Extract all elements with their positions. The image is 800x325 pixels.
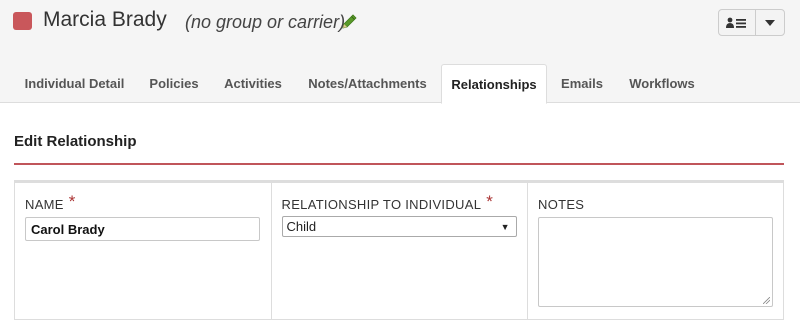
tab-notes-attachments[interactable]: Notes/Attachments [294, 64, 441, 103]
notes-column: NOTES [528, 183, 783, 319]
notes-textarea[interactable] [538, 217, 773, 307]
section-title: Edit Relationship [14, 133, 137, 150]
caret-down-icon [765, 19, 775, 26]
relationship-column: RELATIONSHIP TO INDIVIDUAL * Child ▼ [272, 183, 528, 319]
name-input[interactable] [25, 217, 260, 241]
dropdown-toggle-button[interactable] [756, 10, 784, 35]
tab-relationships[interactable]: Relationships [441, 64, 547, 104]
color-indicator [13, 12, 32, 30]
page-header: Marcia Brady (no group or carrier) Indiv… [0, 0, 800, 104]
select-arrow-icon: ▼ [500, 221, 510, 232]
resize-grip-icon[interactable] [763, 297, 770, 304]
name-column: NAME * [15, 183, 272, 319]
actions-button-group [718, 9, 785, 36]
required-marker: * [486, 191, 494, 211]
group-carrier-text: (no group or carrier) [185, 12, 346, 32]
individual-name: Marcia Brady [43, 8, 167, 31]
tab-emails[interactable]: Emails [547, 64, 617, 103]
relationship-label: RELATIONSHIP TO INDIVIDUAL * [281, 191, 494, 212]
notes-label: NOTES [538, 196, 585, 212]
section-divider [14, 163, 784, 165]
name-label: NAME * [25, 191, 76, 212]
tab-policies[interactable]: Policies [136, 64, 212, 103]
relationship-form: NAME * RELATIONSHIP TO INDIVIDUAL * Chil… [14, 180, 784, 320]
tab-workflows[interactable]: Workflows [617, 64, 707, 103]
required-marker: * [68, 191, 76, 211]
contact-actions-button[interactable] [719, 10, 756, 35]
tab-individual-detail[interactable]: Individual Detail [13, 64, 136, 103]
relationship-selected-value: Child [286, 219, 317, 234]
pencil-icon[interactable] [341, 13, 358, 30]
tab-bar: Individual Detail Policies Activities No… [13, 64, 707, 104]
tab-activities[interactable]: Activities [212, 64, 294, 103]
relationship-select[interactable]: Child ▼ [281, 216, 517, 237]
contact-list-icon [726, 17, 746, 28]
